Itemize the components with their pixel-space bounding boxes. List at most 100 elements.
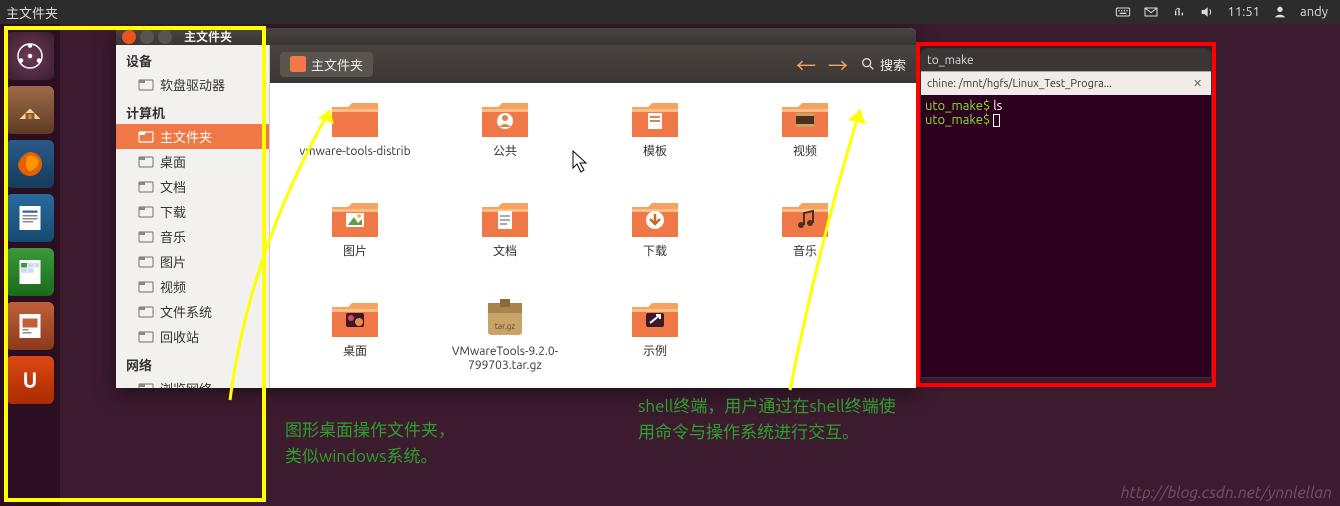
sidebar-item-music[interactable]: 音乐 (116, 224, 269, 249)
sidebar-item-label: 文档 (160, 177, 186, 196)
file-item-label: 模板 (643, 145, 667, 159)
sidebar-item-label: 主文件夹 (160, 127, 212, 146)
file-item-label: vmware-tools-distrib (299, 145, 410, 159)
file-manager-window: 主文件夹 设备软盘驱动器计算机主文件夹桌面文档下载音乐图片视频文件系统回收站网络… (116, 28, 916, 388)
file-item-label: 公共 (493, 145, 517, 159)
sidebar-item-trash[interactable]: 回收站 (116, 324, 269, 349)
sidebar-item-fs[interactable]: 文件系统 (116, 299, 269, 324)
sidebar-item-doc[interactable]: 文档 (116, 174, 269, 199)
firefox-icon[interactable] (6, 140, 54, 188)
folder-pic-icon (328, 197, 382, 241)
software-center-icon[interactable]: U (6, 356, 54, 404)
file-item-label: 示例 (643, 345, 667, 359)
mouse-cursor (572, 150, 590, 174)
sidebar-item-label: 视频 (160, 277, 186, 296)
sidebar-item-label: 浏览网络 (160, 379, 212, 388)
sidebar-item-pic[interactable]: 图片 (116, 249, 269, 274)
sidebar-item-net[interactable]: 浏览网络 (116, 376, 269, 388)
minimize-button[interactable] (140, 30, 154, 44)
files-app-icon[interactable] (6, 86, 54, 134)
sidebar-item-video[interactable]: 视频 (116, 274, 269, 299)
search-button[interactable]: 搜索 (860, 55, 906, 74)
file-item-label: 图片 (343, 245, 367, 259)
sidebar-item-desktop[interactable]: 桌面 (116, 149, 269, 174)
sidebar-heading: 网络 (116, 349, 269, 376)
terminal-titlebar[interactable]: to_make (921, 49, 1211, 71)
file-item[interactable]: 文档 (430, 197, 580, 297)
fm-window-title: 主文件夹 (184, 28, 232, 45)
user-icon[interactable] (1272, 4, 1288, 20)
file-item[interactable]: 图片 (280, 197, 430, 297)
impress-icon[interactable] (6, 302, 54, 350)
folder-template-icon (628, 97, 682, 141)
doc-icon (138, 179, 154, 195)
panel-username[interactable]: andy (1300, 5, 1328, 19)
sidebar-item-disk[interactable]: 软盘驱动器 (116, 72, 269, 97)
file-item[interactable]: 音乐 (730, 197, 880, 297)
nav-forward[interactable]: → (828, 50, 848, 79)
fm-toolbar: 主文件夹 ← → 搜索 (270, 45, 916, 83)
breadcrumb[interactable]: 主文件夹 (280, 52, 373, 77)
panel-app-title: 主文件夹 (6, 3, 58, 22)
sidebar-item-home[interactable]: 主文件夹 (116, 124, 269, 149)
disk-icon (138, 77, 154, 93)
folder-music-icon (778, 197, 832, 241)
desktop-icon (138, 154, 154, 170)
annotation-text-right: shell终端，用户通过在shell终端使用命令与操作系统进行交互。 (638, 394, 898, 445)
file-item[interactable]: 下载 (580, 197, 730, 297)
terminal-tabbar: chine: /mnt/hgfs/Linux_Test_Progra... ✕ (921, 71, 1211, 95)
folder-icon (290, 56, 306, 72)
video-icon (138, 279, 154, 295)
sidebar-item-download[interactable]: 下载 (116, 199, 269, 224)
calc-icon[interactable] (6, 248, 54, 296)
file-item-label: 视频 (793, 145, 817, 159)
folder-video-icon (778, 97, 832, 141)
sidebar-item-label: 图片 (160, 252, 186, 271)
sidebar-heading: 设备 (116, 45, 269, 72)
mail-icon[interactable] (1143, 4, 1159, 20)
music-icon (138, 229, 154, 245)
volume-icon[interactable] (1199, 4, 1215, 20)
nav-back[interactable]: ← (796, 50, 816, 79)
search-icon (860, 56, 876, 72)
file-item[interactable]: 视频 (730, 97, 880, 197)
terminal-body[interactable]: uto_make$ ls uto_make$ (921, 95, 1211, 377)
top-panel: 主文件夹 11:51 andy (0, 0, 1340, 24)
folder-download-icon (628, 197, 682, 241)
fm-titlebar[interactable]: 主文件夹 (116, 28, 916, 45)
terminal-window: to_make chine: /mnt/hgfs/Linux_Test_Prog… (920, 48, 1212, 378)
panel-clock[interactable]: 11:51 (1227, 5, 1260, 19)
file-item[interactable]: 示例 (580, 297, 730, 388)
sidebar-item-label: 软盘驱动器 (160, 75, 225, 94)
file-item-label: 下载 (643, 245, 667, 259)
breadcrumb-label: 主文件夹 (311, 55, 363, 74)
close-icon[interactable]: ✕ (1193, 77, 1205, 90)
folder-desktop-icon (328, 297, 382, 341)
net-icon (138, 381, 154, 389)
network-icon[interactable] (1171, 4, 1187, 20)
file-item[interactable]: vmware-tools-distrib (280, 97, 430, 197)
sidebar-item-label: 桌面 (160, 152, 186, 171)
close-button[interactable] (122, 30, 136, 44)
dash-icon[interactable] (6, 32, 54, 80)
terminal-tab[interactable]: chine: /mnt/hgfs/Linux_Test_Progra... ✕ (921, 71, 1211, 95)
file-item-label: 文档 (493, 245, 517, 259)
file-item[interactable]: 公共 (430, 97, 580, 197)
fm-icon-view[interactable]: vmware-tools-distrib 公共 模板 视频 图片 文档 下载 音… (270, 83, 916, 388)
file-item[interactable]: 桌面 (280, 297, 430, 388)
watermark: http://blog.csdn.net/ynnlellan (1121, 484, 1332, 502)
pic-icon (138, 254, 154, 270)
folder-doc-icon (478, 197, 532, 241)
download-icon (138, 204, 154, 220)
file-item[interactable]: tar.gzVMwareTools-9.2.0-799703.tar.gz (430, 297, 580, 388)
folder-link-icon (628, 297, 682, 341)
sidebar-item-label: 回收站 (160, 327, 199, 346)
maximize-button[interactable] (158, 30, 172, 44)
file-item[interactable]: 模板 (580, 97, 730, 197)
keyboard-icon[interactable] (1115, 4, 1131, 20)
fm-sidebar: 设备软盘驱动器计算机主文件夹桌面文档下载音乐图片视频文件系统回收站网络浏览网络 (116, 45, 270, 388)
writer-icon[interactable] (6, 194, 54, 242)
annotation-text-left: 图形桌面操作文件夹，类似windows系统。 (285, 418, 465, 469)
sidebar-heading: 计算机 (116, 97, 269, 124)
sidebar-item-label: 下载 (160, 202, 186, 221)
